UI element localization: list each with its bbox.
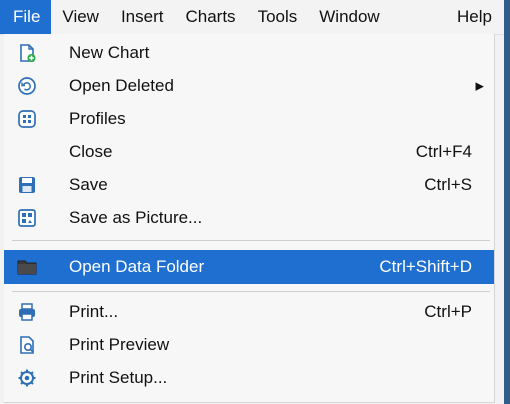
window-frame: File View Insert Charts Tools Window Hel… [0, 0, 510, 404]
menu-item-print-setup[interactable]: Print Setup... [4, 363, 494, 393]
menu-item-open-deleted[interactable]: Open Deleted ▶ [4, 71, 494, 101]
menu-item-close[interactable]: Close Ctrl+F4 [4, 137, 494, 167]
menu-item-shortcut: Ctrl+F4 [415, 142, 472, 161]
menu-item-print-preview[interactable]: Print Preview [4, 330, 494, 360]
menu-item-label: Close [69, 142, 113, 161]
menu-item-open-data-folder[interactable]: Open Data Folder Ctrl+Shift+D [4, 250, 494, 284]
menu-item-save[interactable]: Save Ctrl+S [4, 170, 494, 200]
menu-item-save-as-picture[interactable]: Save as Picture... [4, 203, 494, 233]
menu-file[interactable]: File [0, 0, 52, 34]
menu-charts[interactable]: Charts [174, 0, 246, 34]
menu-bar: File View Insert Charts Tools Window Hel… [0, 0, 504, 35]
menu-item-label: Print Setup... [69, 368, 168, 387]
menu-item-label: Profiles [69, 109, 126, 128]
menu-item-label: Save [69, 175, 108, 194]
submenu-arrow-icon: ▶ [475, 80, 484, 93]
menu-item-label: Save as Picture... [69, 208, 203, 227]
save-icon [16, 175, 38, 195]
menu-view[interactable]: View [51, 0, 110, 34]
menu-item-label: Open Deleted [69, 76, 174, 95]
menu-item-shortcut: Ctrl+Shift+D [379, 257, 472, 276]
menu-help[interactable]: Help [446, 0, 504, 34]
menu-item-label: New Chart [69, 43, 150, 62]
menu-item-label: Print Preview [69, 335, 170, 354]
print-setup-icon [16, 368, 38, 388]
menu-item-label: Open Data Folder [69, 257, 205, 276]
print-icon [16, 302, 38, 322]
new-chart-icon [16, 43, 38, 63]
menu-item-new-chart[interactable]: New Chart [4, 38, 494, 68]
menu-item-shortcut: Ctrl+S [424, 175, 472, 194]
open-deleted-icon [16, 76, 38, 96]
menu-item-shortcut: Ctrl+P [424, 302, 472, 321]
menu-item-profiles[interactable]: Profiles [4, 104, 494, 134]
menu-insert[interactable]: Insert [110, 0, 175, 34]
file-dropdown-menu: New Chart Open Deleted ▶ Profiles Close … [4, 34, 495, 403]
save-picture-icon [16, 208, 38, 228]
menu-item-print[interactable]: Print... Ctrl+P [4, 297, 494, 327]
menu-separator [12, 291, 490, 292]
folder-icon [16, 257, 38, 277]
profiles-icon [16, 109, 38, 129]
menu-tools[interactable]: Tools [247, 0, 309, 34]
menu-separator [12, 240, 490, 241]
print-preview-icon [16, 335, 38, 355]
menu-item-label: Print... [69, 302, 119, 321]
menu-window[interactable]: Window [308, 0, 390, 34]
